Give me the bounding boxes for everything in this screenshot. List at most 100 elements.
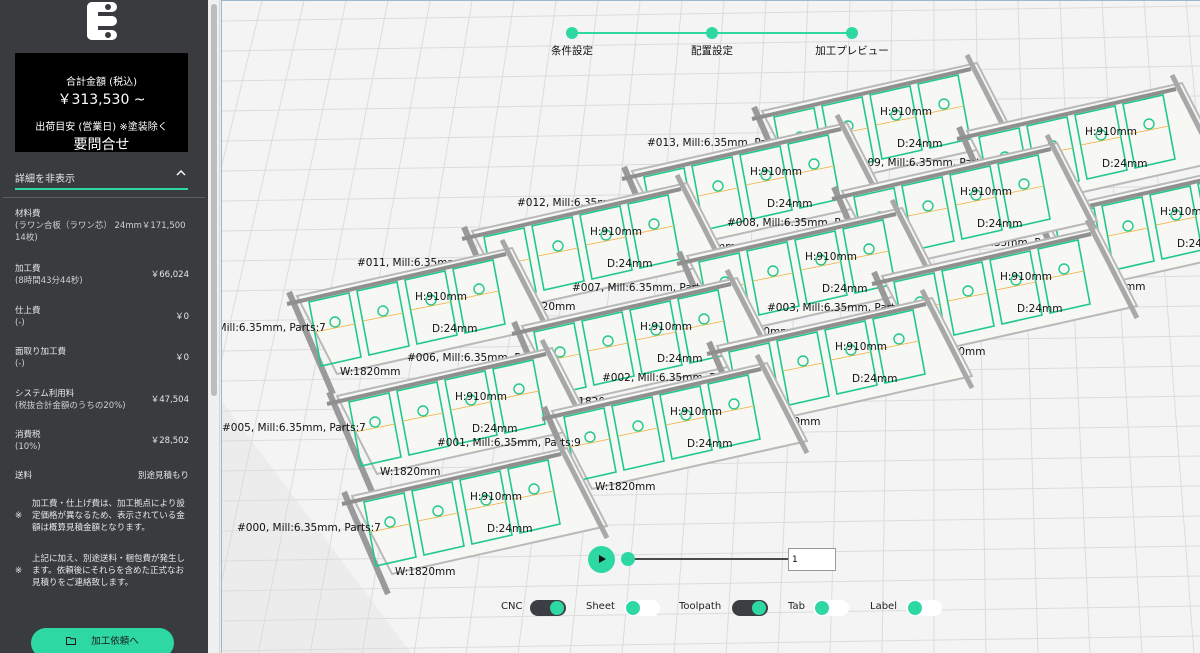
- sheet-depth-label: D:24mm: [767, 198, 812, 210]
- cost-row-chamfer: 面取り加工費 (-) ￥0: [15, 346, 189, 370]
- sheet-width-label: W:1820mm: [380, 466, 440, 478]
- cost-label: システム利用料: [15, 389, 75, 399]
- sheet-width-label: W:1820mm: [595, 481, 655, 493]
- cost-sub: (-): [15, 359, 25, 369]
- cost-value: ￥66,024: [150, 270, 189, 280]
- toggle-label: Toolpath: [679, 601, 722, 612]
- cost-row-processing: 加工費 (8時間43分44秒) ￥66,024: [15, 263, 189, 287]
- sheet-height-label: H:910mm: [1160, 206, 1200, 218]
- ship-value: 要問合せ: [73, 137, 130, 153]
- cost-label: 材料費: [15, 209, 41, 219]
- toggle-switch-sheet[interactable]: [624, 600, 660, 616]
- toggle-knob: [815, 601, 829, 615]
- step-dot-layout[interactable]: [706, 27, 718, 39]
- toggle-knob: [626, 601, 640, 615]
- note-shipping: ※ 上記に加え、別途送料・梱包費が発生します。依頼後にそれらを含めた正式なお見積…: [15, 553, 191, 589]
- cost-row-shipping: 送料 別途見積もり: [15, 470, 189, 482]
- cost-sub: (-): [15, 318, 25, 328]
- cost-sub: (税抜合計金額のうちの20%): [15, 401, 126, 411]
- total-summary-box: 合計金額 (税込) ￥313,530 ~ 出荷目安 (営業日) ※塗装除く 要問…: [15, 53, 188, 153]
- sheet-height-label: H:910mm: [805, 251, 857, 263]
- cost-label: 仕上費: [15, 306, 41, 316]
- play-button[interactable]: [588, 546, 615, 573]
- sidebar-scrollbar[interactable]: [208, 0, 220, 653]
- sheet-depth-label: D:24mm: [1177, 238, 1200, 250]
- sidebar-scroll-thumb[interactable]: [211, 4, 217, 396]
- sheet-height-label: H:910mm: [470, 491, 522, 503]
- sidebar: 合計金額 (税込) ￥313,530 ~ 出荷目安 (営業日) ※塗装除く 要問…: [0, 0, 208, 653]
- note-mark: ※: [15, 511, 23, 521]
- sheet-height-label: H:910mm: [750, 166, 802, 178]
- playback-slider-track[interactable]: [622, 558, 788, 560]
- step-label-layout[interactable]: 配置設定: [691, 43, 733, 58]
- chevron-up-icon: [176, 170, 186, 176]
- toggle-switch-toolpath[interactable]: [732, 600, 768, 616]
- cost-label: 面取り加工費: [15, 347, 67, 357]
- step-dot-preview[interactable]: [846, 27, 858, 39]
- toggle-switch-label[interactable]: [906, 600, 942, 616]
- sheet-width-label: W:1820mm: [340, 366, 400, 378]
- play-icon: [599, 555, 606, 563]
- folder-icon: [66, 637, 77, 645]
- sheet-height-label: H:910mm: [455, 391, 507, 403]
- sheet-depth-label: D:24mm: [432, 323, 477, 335]
- toggle-label: Sheet: [586, 601, 615, 612]
- ship-label: 出荷目安 (営業日) ※塗装除く: [35, 122, 168, 133]
- note-text: 加工費・仕上げ費は、加工拠点により設定価格が異なるため、表示されている金額は概算…: [32, 499, 185, 533]
- total-label: 合計金額 (税込): [66, 77, 137, 88]
- sheet-height-label: H:910mm: [1085, 126, 1137, 138]
- cost-sub: (ラワン合板（ラワン芯） 24mm￥171,500 14枚): [15, 221, 186, 243]
- cnc-scene[interactable]: #013, Mill:6.35mm, Parts:9H:910mmD:24mmW…: [222, 1, 1200, 653]
- sheet-height-label: H:910mm: [640, 321, 692, 333]
- sheet-height-label: H:910mm: [415, 291, 467, 303]
- sheet-depth-label: D:24mm: [822, 283, 867, 295]
- sheet-depth-label: D:24mm: [472, 423, 517, 435]
- step-label-preview[interactable]: 加工プレビュー: [815, 43, 889, 58]
- sheet-depth-label: D:24mm: [897, 138, 942, 150]
- total-value: ￥313,530 ~: [57, 92, 146, 108]
- sheet-height-label: H:910mm: [960, 186, 1012, 198]
- toggle-label: CNC: [501, 601, 523, 612]
- note-estimate: ※ 加工費・仕上げ費は、加工拠点により設定価格が異なるため、表示されている金額は…: [15, 498, 191, 534]
- playback-slider-thumb[interactable]: [621, 552, 635, 566]
- sheet-height-label: H:910mm: [670, 406, 722, 418]
- sheet-depth-label: D:24mm: [1017, 303, 1062, 315]
- sheet-label: #005, Mill:6.35mm, Parts:7: [222, 422, 366, 434]
- sheet-height-label: H:910mm: [1000, 271, 1052, 283]
- sheet-depth-label: D:24mm: [687, 438, 732, 450]
- sheet-label: #010, Mill:6.35mm, Parts:7: [222, 322, 326, 334]
- cost-row-system: システム利用料 (税抜合計金額のうちの20%) ￥47,504: [15, 388, 189, 412]
- step-dot-conditions[interactable]: [566, 27, 578, 39]
- toggle-label: Label: [870, 601, 897, 612]
- cost-row-finish: 仕上費 (-) ￥0: [15, 305, 189, 329]
- frame-input[interactable]: [788, 548, 836, 571]
- sheet-label: #000, Mill:6.35mm, Parts:7: [237, 522, 381, 534]
- cost-value: ￥28,502: [150, 436, 189, 446]
- note-text: 上記に加え、別途送料・梱包費が発生します。依頼後にそれらを含めた正式なお見積りを…: [32, 554, 186, 588]
- cost-value: ￥47,504: [150, 395, 189, 405]
- cost-value: ￥0: [175, 353, 189, 363]
- order-button[interactable]: 加工依頼へ: [31, 628, 174, 653]
- cost-label: 消費税: [15, 430, 41, 440]
- detail-toggle-label: 詳細を非表示: [15, 174, 75, 185]
- sheet-depth-label: D:24mm: [852, 373, 897, 385]
- divider: [3, 197, 205, 198]
- sheet-depth-label: D:24mm: [657, 353, 702, 365]
- sheet-depth-label: D:24mm: [607, 258, 652, 270]
- cost-label: 加工費: [15, 264, 41, 274]
- note-mark: ※: [15, 566, 23, 576]
- cost-value: ￥0: [175, 312, 189, 322]
- sheet-height-label: H:910mm: [590, 226, 642, 238]
- step-label-conditions[interactable]: 条件設定: [551, 43, 593, 58]
- sheet-depth-label: D:24mm: [1102, 158, 1147, 170]
- order-button-label: 加工依頼へ: [91, 636, 139, 647]
- cost-row-tax: 消費税 (10%) ￥28,502: [15, 429, 189, 453]
- toggle-switch-cnc[interactable]: [530, 600, 566, 616]
- sheet-width-label: W:1820mm: [395, 566, 455, 578]
- cost-label: 送料: [15, 471, 33, 481]
- detail-toggle[interactable]: 詳細を非表示: [15, 170, 188, 190]
- logo-icon: [87, 2, 117, 40]
- toggle-switch-tab[interactable]: [813, 600, 849, 616]
- cost-row-material: 材料費 (ラワン合板（ラワン芯） 24mm￥171,500 14枚): [15, 208, 189, 244]
- preview-viewport[interactable]: #013, Mill:6.35mm, Parts:9H:910mmD:24mmW…: [221, 0, 1200, 653]
